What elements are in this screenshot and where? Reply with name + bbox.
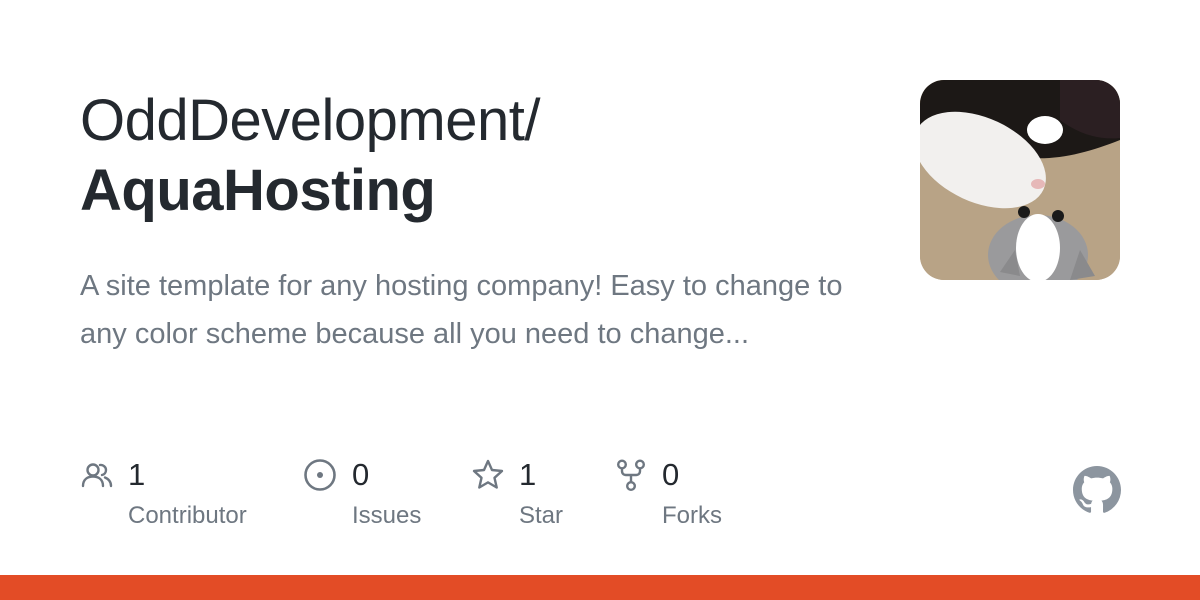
repo-title: OddDevelopment/ AquaHosting <box>80 86 880 226</box>
issues-count: 0 <box>352 457 370 492</box>
repo-owner[interactable]: OddDevelopment/ <box>80 86 880 156</box>
owner-avatar[interactable] <box>920 80 1120 280</box>
issues-label: Issues <box>352 502 422 529</box>
star-icon <box>471 458 505 492</box>
contributors-count: 1 <box>128 457 146 492</box>
contributors-label: Contributor <box>128 502 247 529</box>
avatar-image <box>920 80 1120 280</box>
repo-description: A site template for any hosting company!… <box>80 270 843 350</box>
repo-social-card: OddDevelopment/ AquaHosting A site templ… <box>0 0 1200 600</box>
repo-forked-icon <box>614 458 648 492</box>
forks-count: 0 <box>662 457 680 492</box>
repo-name[interactable]: AquaHosting <box>80 156 880 226</box>
github-logo-icon[interactable] <box>1073 466 1121 514</box>
stars-label: Star <box>519 502 564 529</box>
forks-label: Forks <box>662 502 722 529</box>
language-color-bar <box>0 575 1200 600</box>
stars-count: 1 <box>519 457 537 492</box>
people-icon <box>80 458 114 492</box>
issue-opened-icon <box>303 458 337 492</box>
